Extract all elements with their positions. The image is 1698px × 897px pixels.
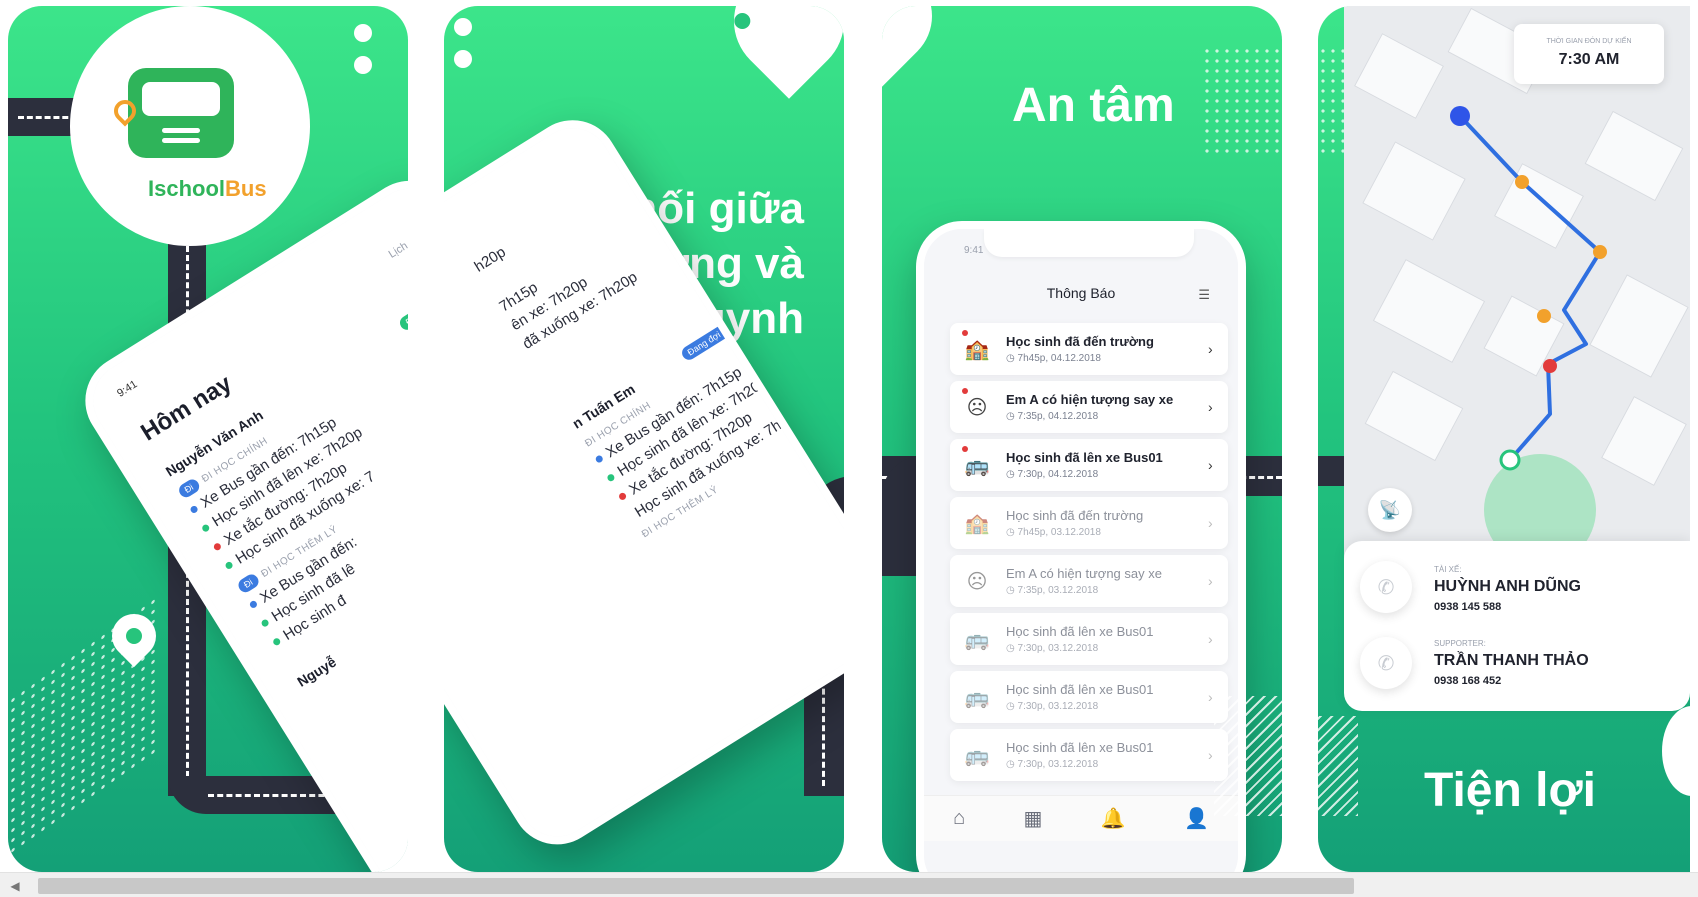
bus-icon: 🚌: [964, 628, 990, 651]
page-title: Thông Báo: [1046, 285, 1116, 301]
sick-face-icon: ☹: [966, 570, 988, 593]
bus-position-marker: [1450, 106, 1470, 126]
bus-icon: 🚌: [964, 744, 990, 767]
decor-dot: [454, 18, 472, 36]
scrollbar-thumb[interactable]: [38, 878, 1354, 894]
screenshot-card-1[interactable]: IschoolBus 9:41 Lịch sử Hôm nay Nguyễn V…: [8, 6, 408, 872]
driver-label: TÀI XẾ:: [1434, 565, 1462, 574]
bus-icon: 🚌: [960, 446, 994, 482]
tab-bar: ⌂ ▦ 🔔 👤: [924, 795, 1238, 841]
chevron-right-icon: ›: [1208, 457, 1213, 473]
chevron-right-icon: ›: [1208, 399, 1213, 415]
location-pin-icon: [882, 6, 953, 87]
phone-icon[interactable]: ✆: [1360, 561, 1412, 613]
stripe-pattern: [1214, 696, 1282, 816]
screenshot-strip: IschoolBus 9:41 Lịch sử Hôm nay Nguyễn V…: [0, 0, 1698, 872]
scroll-left-arrow-icon[interactable]: ◀: [6, 877, 24, 895]
chevron-right-icon: ›: [1208, 341, 1213, 357]
user-icon[interactable]: 👤: [1184, 806, 1209, 831]
school-icon: 🏫: [960, 330, 994, 366]
decor-dot: [454, 50, 472, 68]
notification-item[interactable]: 🚌 Học sinh đã lên xe Bus01 ◷ 7:30p, 04.12…: [950, 439, 1228, 491]
driver-phone[interactable]: 0938 145 588: [1434, 601, 1581, 613]
route-map: [1450, 106, 1607, 566]
phone-mockup: 9:41 Thông Báo ☰ 🏫 Học sinh đã đến trườn…: [916, 221, 1246, 872]
stop-marker: [1593, 245, 1607, 259]
decor-dot: [354, 24, 372, 42]
signal-icon[interactable]: 📡: [1368, 488, 1412, 532]
status-badge: Đang trên xe: [397, 286, 408, 333]
sick-face-icon: ☹: [960, 388, 994, 424]
calendar-icon[interactable]: ▦: [1024, 806, 1043, 831]
horizontal-scrollbar[interactable]: ◀: [0, 872, 1698, 897]
filter-icon[interactable]: ☰: [1198, 287, 1210, 303]
decor-dot: [354, 56, 372, 74]
dot-pattern: [1202, 46, 1282, 156]
driver-name: HUỲNH ANH DŨNG: [1434, 578, 1581, 595]
bell-icon[interactable]: 🔔: [1101, 806, 1126, 831]
decor-circle: [1662, 706, 1690, 796]
app-logo: IschoolBus: [70, 6, 310, 246]
logo-text: IschoolBus: [148, 176, 267, 201]
stop-marker: [1515, 175, 1529, 189]
notification-item[interactable]: 🚌 Học sinh đã lên xe Bus01 ◷ 7:30p, 03.12…: [950, 671, 1228, 723]
screenshot-card-4[interactable]: 📡 THỜI GIAN ĐÓN DỰ KIẾN 7:30 AM ✆ TÀI XẾ…: [1318, 6, 1690, 872]
stop-marker: [1537, 309, 1551, 323]
stripe-pattern: [1318, 716, 1358, 816]
bus-route: [1458, 114, 1602, 462]
eta-label: THỜI GIAN ĐÓN DỰ KIẾN: [1546, 38, 1632, 45]
supporter-phone[interactable]: 0938 168 452: [1434, 675, 1589, 687]
eta-value: 7:30 AM: [1558, 51, 1620, 68]
supporter-label: SUPPORTER:: [1434, 639, 1486, 648]
location-pin-icon: [711, 6, 844, 99]
bus-icon: 🚌: [964, 686, 990, 709]
contact-panel: ✆ TÀI XẾ: HUỲNH ANH DŨNG 0938 145 588 ✆ …: [1344, 541, 1690, 711]
status-time: 9:41: [964, 245, 984, 256]
status-time: 9:41: [115, 378, 140, 400]
chevron-right-icon: ›: [1208, 573, 1213, 589]
notification-item[interactable]: ☹ Em A có hiện tượng say xe ◷ 7:35p, 04.1…: [950, 381, 1228, 433]
school-icon: 🏫: [964, 512, 990, 535]
phone-notch: [984, 229, 1194, 257]
notification-item[interactable]: 🏫 Học sinh đã đến trường ◷ 7h45p, 03.12.2…: [950, 497, 1228, 549]
screenshot-card-2[interactable]: Cầu nối giữa nhà trường và phụ huynh h20…: [444, 6, 844, 872]
headline: Tiện lợi: [1424, 764, 1596, 817]
home-icon[interactable]: ⌂: [953, 807, 965, 830]
headline: An tâm: [1012, 79, 1175, 132]
school-bus-marker: [1499, 449, 1521, 471]
eta-card: THỜI GIAN ĐÓN DỰ KIẾN 7:30 AM: [1514, 24, 1664, 84]
chevron-right-icon: ›: [1208, 515, 1213, 531]
phone-icon[interactable]: ✆: [1360, 637, 1412, 689]
bus-icon: [128, 68, 234, 158]
supporter-name: TRẦN THANH THẢO: [1434, 652, 1589, 669]
alert-marker: [1543, 359, 1557, 373]
notification-item[interactable]: 🏫 Học sinh đã đến trường ◷ 7h45p, 04.12.2…: [950, 323, 1228, 375]
phone-screen: 9:41 Thông Báo ☰ 🏫 Học sinh đã đến trườn…: [924, 229, 1238, 872]
notification-item[interactable]: 🚌 Học sinh đã lên xe Bus01 ◷ 7:30p, 03.12…: [950, 729, 1228, 781]
history-link[interactable]: Lịch sử: [387, 231, 408, 260]
notification-item[interactable]: 🚌 Học sinh đã lên xe Bus01 ◷ 7:30p, 03.12…: [950, 613, 1228, 665]
screenshot-card-3[interactable]: An tâm 9:41 Thông Báo ☰ 🏫 Học sinh đã đế…: [882, 6, 1282, 872]
chevron-right-icon: ›: [1208, 631, 1213, 647]
notification-item[interactable]: ☹ Em A có hiện tượng say xe ◷ 7:35p, 03.1…: [950, 555, 1228, 607]
